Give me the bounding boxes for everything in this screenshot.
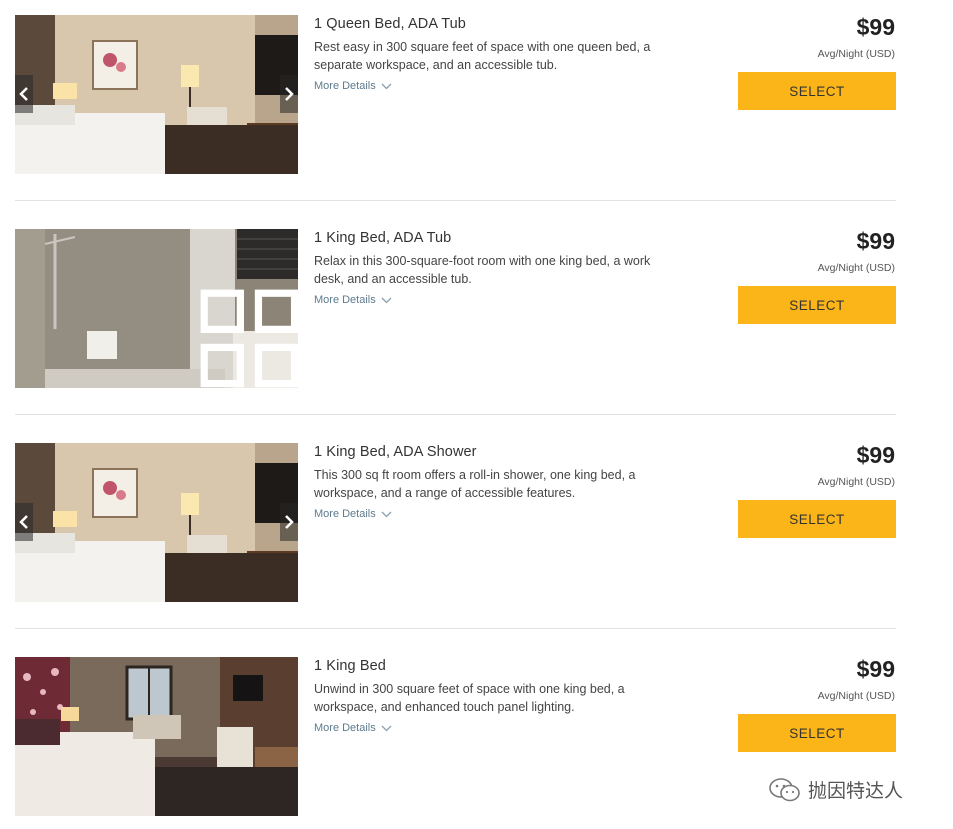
room-photo[interactable] [15,657,298,816]
select-button[interactable]: SELECT [738,714,896,752]
chevron-right-icon [285,515,294,529]
more-details-link[interactable]: More Details [314,294,392,306]
room-description: Unwind in 300 square feet of space with … [314,682,625,714]
select-button[interactable]: SELECT [738,500,896,538]
bedroom-photo [15,15,298,174]
divider [15,200,896,201]
room-photo[interactable] [15,229,298,388]
room-description: Rest easy in 300 square feet of space wi… [314,40,651,72]
watermark: 抛因特达人 [768,776,903,803]
room-price: $99 [856,656,895,682]
chevron-left-icon [19,515,28,529]
chevron-down-icon [381,297,392,303]
room-photo[interactable] [15,443,298,602]
more-details-label: More Details [314,80,376,92]
gallery-grid-icon[interactable] [135,286,298,388]
more-details-link[interactable]: More Details [314,722,392,734]
next-photo-button[interactable] [280,503,298,541]
divider [15,414,896,415]
bedroom-photo [15,657,298,816]
room-title: 1 King Bed, ADA Tub [314,230,452,246]
more-details-label: More Details [314,294,376,306]
chevron-left-icon [19,87,28,101]
room-description: Relax in this 300-square-foot room with … [314,254,651,286]
previous-photo-button[interactable] [15,503,33,541]
room-price: $99 [856,442,895,468]
previous-photo-button[interactable] [15,75,33,113]
chevron-down-icon [381,725,392,731]
chevron-down-icon [381,83,392,89]
next-photo-button[interactable] [280,75,298,113]
select-button[interactable]: SELECT [738,72,896,110]
chevron-right-icon [285,87,294,101]
more-details-label: More Details [314,508,376,520]
room-card-1: 1 Queen Bed, ADA Tub Rest easy in 300 sq… [0,0,953,214]
select-button[interactable]: SELECT [738,286,896,324]
room-card-2: 1 King Bed, ADA Tub Relax in this 300-sq… [0,214,953,428]
room-description: This 300 sq ft room offers a roll-in sho… [314,468,636,500]
more-details-link[interactable]: More Details [314,508,392,520]
room-photo[interactable] [15,15,298,174]
room-price: $99 [856,228,895,254]
price-note: Avg/Night (USD) [817,690,895,702]
room-title: 1 King Bed [314,658,386,674]
more-details-link[interactable]: More Details [314,80,392,92]
watermark-text: 抛因特达人 [808,780,904,802]
more-details-label: More Details [314,722,376,734]
price-note: Avg/Night (USD) [817,262,895,274]
wechat-icon [769,777,800,801]
divider [15,628,896,629]
room-title: 1 Queen Bed, ADA Tub [314,16,466,32]
chevron-down-icon [381,511,392,517]
price-note: Avg/Night (USD) [817,48,895,60]
bedroom-photo [15,443,298,602]
room-card-3: 1 King Bed, ADA Shower This 300 sq ft ro… [0,428,953,642]
room-title: 1 King Bed, ADA Shower [314,444,477,460]
price-note: Avg/Night (USD) [817,476,895,488]
room-price: $99 [856,14,895,40]
